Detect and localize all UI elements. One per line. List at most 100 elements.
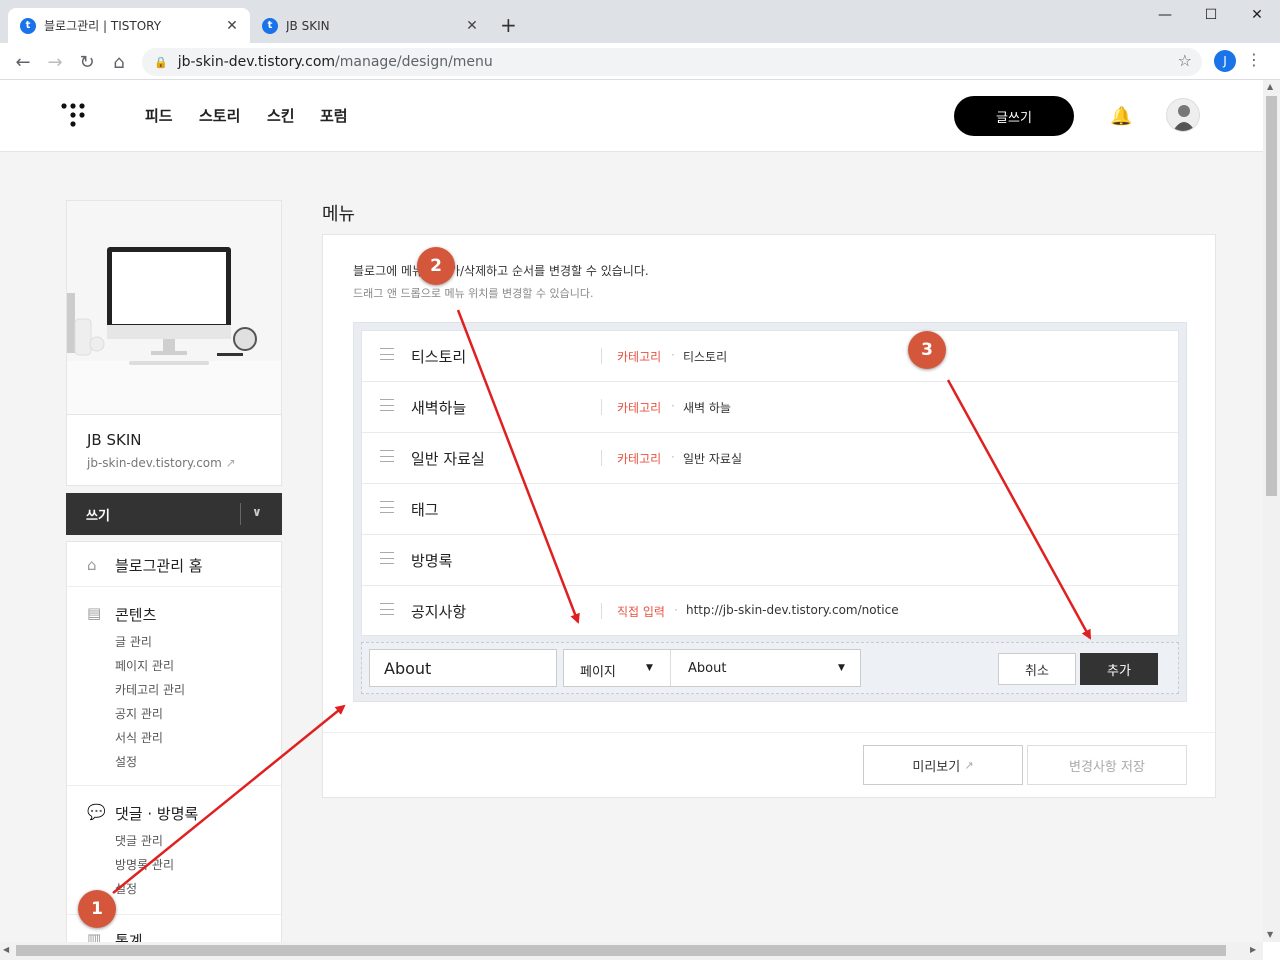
maximize-icon[interactable]: ☐ <box>1188 0 1234 30</box>
menu-item-type: 카테고리 <box>617 452 662 466</box>
dot-separator: · <box>671 450 675 464</box>
preview-button[interactable]: 미리보기 ↗ <box>863 745 1023 785</box>
user-avatar[interactable] <box>1166 98 1200 132</box>
blog-url-link[interactable]: jb-skin-dev.tistory.com ↗ <box>87 456 236 470</box>
sidebar-item-comments[interactable]: 댓글 관리 <box>115 832 163 849</box>
close-window-icon[interactable]: ✕ <box>1234 0 1280 30</box>
sidebar-section-contents[interactable]: 콘텐츠 <box>115 604 156 625</box>
annotation-badge-2: 2 <box>417 247 455 285</box>
separator <box>601 450 602 466</box>
menu-item-type: 카테고리 <box>617 401 662 415</box>
cancel-button[interactable]: 취소 <box>998 653 1076 685</box>
blog-name[interactable]: JB SKIN <box>87 431 142 449</box>
menu-name-input[interactable] <box>369 649 557 687</box>
dot-separator: · <box>674 603 678 617</box>
sidebar-item-contents-settings[interactable]: 설정 <box>115 753 137 770</box>
menu-item-name: 새벽하늘 <box>411 399 467 417</box>
write-post-button[interactable]: 글쓰기 <box>954 96 1074 136</box>
drag-handle-icon[interactable] <box>380 501 394 513</box>
sidebar-write-button[interactable]: 쓰기 ∨ <box>66 493 282 535</box>
menu-item-type: 카테고리 <box>617 350 662 364</box>
chevron-down-icon[interactable]: ∨ <box>252 505 262 519</box>
sidebar-item-templates[interactable]: 서식 관리 <box>115 729 163 746</box>
divider <box>67 785 281 786</box>
scroll-up-icon[interactable]: ▲ <box>1267 82 1273 91</box>
horizontal-scrollbar[interactable]: ◀ ▶ <box>0 942 1263 960</box>
preview-label: 미리보기 <box>912 759 961 775</box>
menu-settings-card: 블로그에 메뉴를 추가/삭제하고 순서를 변경할 수 있습니다. 드래그 앤 드… <box>322 234 1216 798</box>
reload-icon[interactable]: ↻ <box>74 49 100 75</box>
menu-type-select[interactable]: 페이지 ▼ About ▼ <box>563 649 861 687</box>
dropdown-arrow-icon[interactable]: ▼ <box>838 663 845 673</box>
description-primary: 블로그에 메뉴를 추가/삭제하고 순서를 변경할 수 있습니다. <box>353 264 649 278</box>
bookmark-star-icon[interactable]: ☆ <box>1178 51 1192 70</box>
annotation-badge-1: 1 <box>78 890 116 928</box>
scroll-left-icon[interactable]: ◀ <box>3 945 9 954</box>
sidebar-item-posts[interactable]: 글 관리 <box>115 633 152 650</box>
close-tab-icon[interactable]: ✕ <box>462 18 482 34</box>
new-tab-icon[interactable]: + <box>500 13 517 37</box>
nav-skin[interactable]: 스킨 <box>267 105 295 126</box>
drag-handle-icon[interactable] <box>380 603 394 615</box>
menu-item-name: 방명록 <box>411 552 453 570</box>
description-secondary: 드래그 앤 드롭으로 메뉴 위치를 변경할 수 있습니다. <box>353 287 594 300</box>
tab-jb-skin[interactable]: t JB SKIN ✕ <box>250 8 490 43</box>
target-select-value[interactable]: About <box>688 661 726 676</box>
save-changes-button[interactable]: 변경사항 저장 <box>1027 745 1187 785</box>
scroll-right-icon[interactable]: ▶ <box>1250 945 1256 954</box>
forward-icon[interactable]: → <box>42 49 68 75</box>
page-title: 메뉴 <box>322 204 356 225</box>
tistory-logo-icon[interactable] <box>60 102 88 130</box>
menu-item-row[interactable]: 태그 <box>362 484 1178 535</box>
scrollbar-thumb[interactable] <box>16 945 1226 956</box>
bar-chart-icon: ▥ <box>87 930 102 942</box>
blog-thumbnail-image[interactable] <box>67 201 281 415</box>
drag-handle-icon[interactable] <box>380 348 394 360</box>
browser-titlebar: t 블로그관리 | TISTORY ✕ t JB SKIN ✕ + — ☐ ✕ <box>0 0 1280 43</box>
sidebar-item-comments-settings[interactable]: 설정 <box>115 880 137 897</box>
dot-separator: · <box>671 348 675 362</box>
drag-handle-icon[interactable] <box>380 450 394 462</box>
external-link-icon: ↗ <box>225 456 236 470</box>
sidebar-item-guestbook[interactable]: 방명록 관리 <box>115 856 174 873</box>
address-bar[interactable]: 🔒 jb-skin-dev.tistory.com/manage/design/… <box>142 48 1202 76</box>
browser-menu-icon[interactable]: ⋮ <box>1246 50 1262 69</box>
menu-item-row[interactable]: 방명록 <box>362 535 1178 586</box>
sidebar-item-categories[interactable]: 카테고리 관리 <box>115 681 185 698</box>
vertical-scrollbar[interactable]: ▲ ▼ <box>1263 80 1280 942</box>
sidebar-section-stats[interactable]: 통계 <box>115 930 143 942</box>
nav-feed[interactable]: 피드 <box>145 105 173 126</box>
url-host: jb-skin-dev.tistory.com <box>177 54 336 70</box>
scrollbar-thumb[interactable] <box>1266 96 1277 496</box>
add-button[interactable]: 추가 <box>1080 653 1158 685</box>
tistory-favicon-icon: t <box>20 17 36 34</box>
browser-profile-avatar[interactable]: J <box>1214 50 1236 72</box>
sidebar-item-notices[interactable]: 공지 관리 <box>115 705 163 722</box>
home-icon[interactable]: ⌂ <box>106 49 132 75</box>
separator <box>601 603 602 619</box>
menu-item-row[interactable]: 일반 자료실 카테고리 · 일반 자료실 <box>362 433 1178 484</box>
menu-item-name: 태그 <box>411 501 439 519</box>
back-icon[interactable]: ← <box>10 49 36 75</box>
menu-item-row[interactable]: 새벽하늘 카테고리 · 새벽 하늘 <box>362 382 1178 433</box>
minimize-icon[interactable]: — <box>1142 0 1188 30</box>
drag-handle-icon[interactable] <box>380 399 394 411</box>
sidebar-item-blog-home[interactable]: 블로그관리 홈 <box>115 555 203 576</box>
sidebar-section-comments[interactable]: 댓글 · 방명록 <box>115 803 198 824</box>
dot-separator: · <box>671 399 675 413</box>
drag-handle-icon[interactable] <box>380 552 394 564</box>
type-select-value[interactable]: 페이지 <box>580 661 616 680</box>
sidebar-item-pages[interactable]: 페이지 관리 <box>115 657 174 674</box>
tab-blog-manage[interactable]: t 블로그관리 | TISTORY ✕ <box>8 8 250 43</box>
menu-item-row[interactable]: 공지사항 직접 입력 · http://jb-skin-dev.tistory.… <box>362 586 1178 637</box>
dropdown-arrow-icon[interactable]: ▼ <box>646 663 653 673</box>
desk-monitor-illustration <box>67 201 281 414</box>
nav-story[interactable]: 스토리 <box>199 105 240 126</box>
menu-editor: 티스토리 카테고리 · 티스토리 새벽하늘 카테고리 · 새벽 하늘 일반 자료… <box>353 322 1187 702</box>
nav-forum[interactable]: 포럼 <box>320 105 348 126</box>
scroll-down-icon[interactable]: ▼ <box>1267 930 1273 939</box>
close-tab-icon[interactable]: ✕ <box>222 18 242 34</box>
menu-item-row[interactable]: 티스토리 카테고리 · 티스토리 <box>362 331 1178 382</box>
tab-title: 블로그관리 | TISTORY <box>44 19 162 33</box>
notification-bell-icon[interactable]: 🔔 <box>1110 106 1132 127</box>
